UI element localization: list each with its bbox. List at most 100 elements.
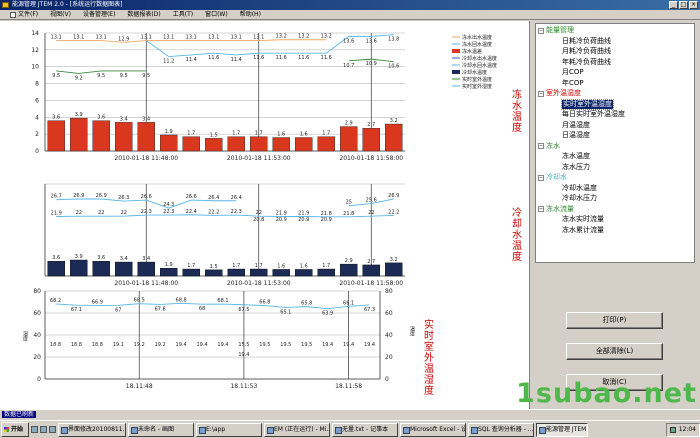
- tree-item[interactable]: 冷却水压力: [562, 194, 597, 203]
- data-label: 65.8: [301, 301, 312, 307]
- side-pane: − 能量管理日耗冷负荷曲线 月耗冷负荷曲线 年耗冷负荷曲线 月COP 年COP − 室外温湿度…: [531, 21, 700, 409]
- tree-item[interactable]: 冻水累计流量: [562, 226, 604, 235]
- tree-group[interactable]: − 冷却水: [538, 173, 567, 182]
- app-icon: [2, 2, 9, 8]
- tree-item[interactable]: 冻水实时流量: [562, 215, 604, 224]
- data-label: 20.9: [298, 217, 309, 223]
- tree-group[interactable]: − 冻水: [538, 142, 560, 151]
- bar: [182, 136, 200, 152]
- data-label: 26.7: [51, 194, 62, 200]
- bar: [114, 261, 133, 277]
- minimize-button[interactable]: _: [669, 1, 678, 9]
- y-tick-label: 14: [31, 30, 39, 37]
- close-button[interactable]: ×: [689, 1, 698, 9]
- data-label: 20.8: [253, 217, 264, 223]
- bar: [340, 126, 358, 152]
- data-label: 68.8: [176, 297, 187, 303]
- tree-group[interactable]: − 室外温湿度: [538, 89, 581, 98]
- tree-item[interactable]: 日耗冷负荷曲线: [562, 37, 611, 46]
- task-item-active[interactable]: 能源管理 JTEM 2...: [536, 422, 588, 437]
- data-label: 22: [98, 210, 104, 216]
- task-item[interactable]: Microsoft Excel - 设...: [400, 422, 466, 437]
- status-text: 数据已刷新: [2, 411, 37, 418]
- data-label: 20.9: [276, 217, 287, 223]
- collapse-icon[interactable]: −: [538, 143, 544, 149]
- tray-icon[interactable]: [669, 426, 676, 433]
- tree-item[interactable]: 冷却水温度: [562, 184, 597, 193]
- task-item[interactable]: 无量.txt - 记事本: [332, 422, 398, 437]
- tree-item[interactable]: 日温湿度: [562, 131, 590, 140]
- chart-title: 冻水温度: [510, 88, 522, 133]
- menu-tools[interactable]: 工具(T): [167, 10, 199, 20]
- y-tick-label-right: 0: [385, 376, 389, 383]
- tree-item[interactable]: 年COP: [562, 79, 584, 88]
- tree-item[interactable]: 实时室外温湿度: [561, 98, 614, 110]
- menu-window[interactable]: 窗口(W): [199, 10, 234, 20]
- collapse-icon[interactable]: −: [538, 174, 544, 181]
- tree-item[interactable]: 月COP: [562, 68, 584, 77]
- data-label: 68.2: [50, 298, 61, 304]
- menu-device[interactable]: 设备管理(E): [77, 10, 121, 20]
- bar: [227, 268, 245, 277]
- y-tick-label: 40: [33, 332, 41, 339]
- tree-item[interactable]: 冻水温度: [562, 152, 590, 161]
- y-tick-label: 80: [33, 288, 41, 295]
- menu-view[interactable]: 视图(V): [44, 10, 77, 20]
- report-tree[interactable]: − 能量管理日耗冷负荷曲线 月耗冷负荷曲线 年耗冷负荷曲线 月COP 年COP − 室外温湿度…: [535, 23, 695, 263]
- task-item[interactable]: SQL 查询分析器 - ...: [468, 422, 534, 437]
- legend-swatch: [452, 70, 460, 74]
- legend-label: 实时室外湿度: [462, 83, 492, 90]
- data-label: 3.4: [120, 256, 128, 262]
- task-item[interactable]: E:\app: [196, 422, 262, 437]
- bar: [159, 268, 178, 277]
- collapse-icon[interactable]: −: [538, 206, 544, 212]
- tree-item[interactable]: 月耗冷负荷曲线: [562, 47, 611, 56]
- tree-group[interactable]: − 能量管理: [538, 26, 574, 35]
- x-tick-label: 2010-01-18 11:58:00: [339, 155, 403, 162]
- legend-label: 冷却水出水温度: [462, 55, 497, 62]
- data-label: 2.9: [345, 258, 353, 264]
- tree-item[interactable]: 冻水压力: [562, 163, 590, 172]
- tree-item[interactable]: 年耗冷负荷曲线: [562, 58, 611, 67]
- tree-item[interactable]: 每日实时室外温湿度: [562, 110, 625, 119]
- task-item[interactable]: 界面修改20100811...: [58, 422, 126, 437]
- data-label: 13.6: [343, 38, 354, 44]
- data-label: 21.9: [298, 211, 309, 217]
- legend-label: 冻水温差: [462, 48, 482, 55]
- data-label: 19.2: [134, 342, 145, 348]
- maximize-button[interactable]: □: [679, 1, 688, 9]
- data-label: 1.6: [277, 132, 285, 138]
- start-button[interactable]: 开始: [1, 422, 29, 437]
- menu-file[interactable]: 文件(F): [4, 10, 44, 20]
- data-label: 66.9: [92, 299, 103, 305]
- data-label: 13.2: [321, 34, 332, 40]
- task-item[interactable]: 未命名 - 画图: [128, 422, 194, 437]
- desktop-icon[interactable]: [31, 426, 38, 433]
- data-label: 26.9: [73, 193, 84, 199]
- tree-group[interactable]: − 冻水流量: [538, 205, 574, 214]
- menu-report[interactable]: 数据报表(D): [121, 10, 166, 20]
- data-label: 22.4: [186, 209, 197, 215]
- data-label: 9.2: [75, 75, 83, 81]
- bar: [92, 261, 110, 277]
- data-label: 13.1: [163, 35, 174, 41]
- tree-item[interactable]: 月温湿度: [562, 121, 590, 130]
- data-label: 3.4: [142, 256, 150, 262]
- collapse-icon[interactable]: −: [538, 90, 544, 97]
- clear-all-button[interactable]: 全部清除(L): [566, 343, 663, 360]
- print-button[interactable]: 打印(P): [566, 312, 663, 329]
- menu-help[interactable]: 帮助(H): [234, 10, 267, 20]
- data-label: 13.8: [388, 37, 399, 43]
- data-label: 11.6: [321, 55, 332, 61]
- collapse-icon[interactable]: −: [538, 27, 544, 34]
- browser-icon[interactable]: [40, 426, 47, 433]
- data-label: 11.6: [276, 55, 287, 61]
- bar: [182, 268, 200, 277]
- explorer-icon[interactable]: [49, 426, 56, 433]
- task-item[interactable]: EM (正在运行) - Mi...: [264, 422, 330, 437]
- taskbar: 开始 界面修改20100811... 未命名 - 画图 E:\app EM (正…: [0, 420, 700, 438]
- x-tick-label: 18.11:48: [126, 383, 153, 390]
- data-label: 19.1: [113, 342, 124, 348]
- data-label: 22: [121, 210, 127, 216]
- data-label: 19.5: [280, 342, 291, 348]
